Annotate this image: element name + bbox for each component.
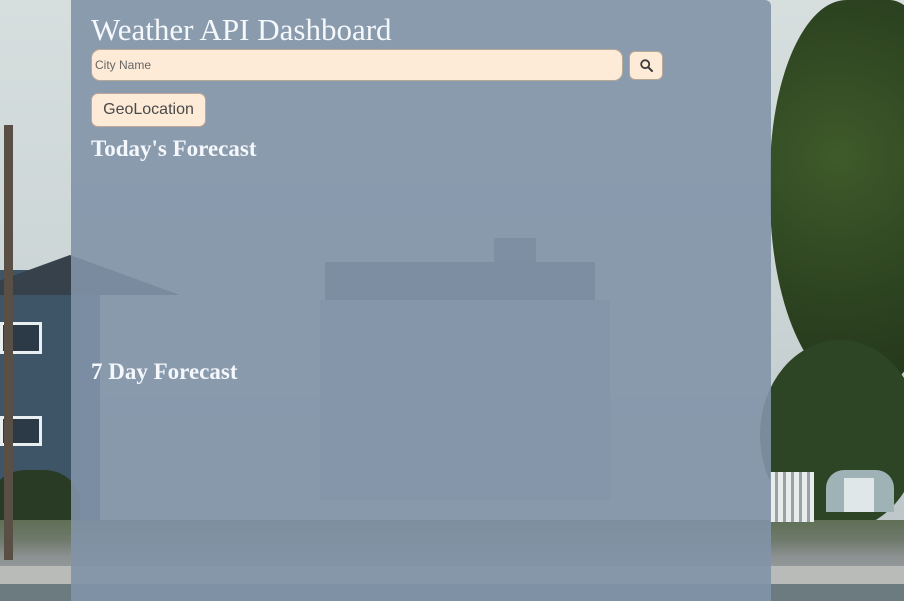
search-icon <box>639 59 653 72</box>
utility-pole <box>4 125 13 560</box>
tree-right <box>770 0 904 390</box>
shed-door <box>844 478 874 512</box>
today-forecast-heading: Today's Forecast <box>91 136 257 161</box>
fence <box>770 472 814 522</box>
dashboard-panel: Weather API Dashboard GeoLocation Today'… <box>71 0 771 601</box>
today-forecast-container <box>91 168 751 353</box>
search-button[interactable] <box>629 51 663 80</box>
page-title: Weather API Dashboard <box>91 12 392 47</box>
city-search-input[interactable] <box>91 49 623 81</box>
seven-day-forecast-container <box>91 392 751 592</box>
seven-day-forecast-heading: 7 Day Forecast <box>91 359 238 384</box>
geolocation-button[interactable]: GeoLocation <box>91 93 206 127</box>
